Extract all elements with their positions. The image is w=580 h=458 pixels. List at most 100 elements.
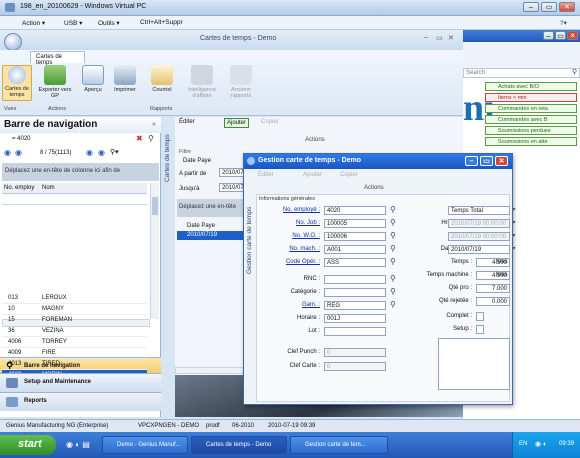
bg-close-button[interactable]: ✕ bbox=[567, 31, 578, 40]
ad-item[interactable]: Achats avec B/O bbox=[485, 82, 577, 91]
ribbon-btn-courriel[interactable]: Courriel bbox=[148, 65, 176, 93]
right-field-input[interactable]: 2010/07/19 00:00:00 bbox=[448, 232, 510, 241]
grid-filter-row[interactable] bbox=[2, 195, 147, 205]
search-icon[interactable]: ⚲ bbox=[390, 274, 399, 283]
left-field-input[interactable]: REG bbox=[324, 301, 386, 310]
dialog-minimize-button[interactable]: – bbox=[465, 156, 478, 166]
employee-row[interactable]: 4009 FIRE bbox=[2, 348, 147, 359]
app-menu-orb[interactable] bbox=[4, 33, 22, 51]
col-name[interactable]: Nom bbox=[42, 185, 55, 191]
quicklaunch-icon[interactable]: ◉ ◐ ▤ bbox=[66, 440, 90, 449]
ribbon-tab-cartes[interactable]: Cartes de temps bbox=[30, 51, 85, 66]
setup-button[interactable]: Setup and Maintenance bbox=[0, 373, 161, 392]
search-icon[interactable]: ⚲ bbox=[390, 287, 399, 296]
search-icon[interactable]: ⚲ bbox=[572, 68, 577, 76]
menu-action[interactable]: Action ▾ bbox=[22, 19, 45, 27]
bg-search-input[interactable]: Search bbox=[463, 68, 580, 78]
search-icon[interactable]: ⚲ bbox=[390, 218, 399, 227]
left-field-label[interactable]: Gam. : bbox=[258, 302, 320, 308]
ribbon-btn-imprimer[interactable]: Imprimer bbox=[110, 65, 140, 93]
grid-scrollbar[interactable] bbox=[150, 183, 159, 319]
right-field-input[interactable]: 0.000 bbox=[476, 297, 510, 306]
last-record-icon[interactable]: ◉ bbox=[98, 148, 105, 157]
menu-ctrl-alt-del[interactable]: Ctrl+Alt+Suppr bbox=[140, 19, 183, 26]
employee-row[interactable]: 4006 TORREY bbox=[2, 337, 147, 348]
employee-row[interactable]: 15 FOREMAN bbox=[2, 315, 147, 326]
setup-checkbox[interactable] bbox=[476, 325, 484, 334]
left-field-input[interactable]: 4020 bbox=[324, 206, 386, 215]
search-icon[interactable]: ⚲ bbox=[390, 231, 399, 240]
dropdown-arrow-icon[interactable]: ▾ bbox=[510, 245, 518, 254]
right-field-input[interactable]: 2010/07/19 bbox=[448, 245, 510, 254]
right-field-input[interactable]: Temps Total bbox=[448, 206, 510, 215]
ribbon-btn-apercu[interactable]: Aperçu bbox=[80, 65, 106, 93]
vtab-cartes[interactable]: Cartes de temps bbox=[164, 122, 171, 182]
clear-filter-icon[interactable]: ✖ bbox=[136, 134, 143, 143]
complet-checkbox[interactable] bbox=[476, 312, 484, 321]
language-indicator[interactable]: EN bbox=[519, 441, 527, 447]
left-field-input[interactable] bbox=[324, 275, 386, 284]
dropdown-arrow-icon[interactable]: ▾ bbox=[510, 232, 518, 241]
left-field-label[interactable]: No. mach. : bbox=[258, 246, 320, 252]
vpc-maximize-button[interactable]: ▭ bbox=[541, 2, 557, 12]
left-field-label[interactable]: No. employé : bbox=[258, 207, 320, 213]
options-icon[interactable]: ⚲▾ bbox=[110, 148, 119, 156]
dropdown-arrow-icon[interactable]: ▾ bbox=[510, 219, 518, 228]
prev-record-icon[interactable]: ◉ bbox=[15, 148, 22, 157]
collapse-icon[interactable]: « bbox=[152, 121, 156, 128]
scrollbar-thumb[interactable] bbox=[152, 197, 158, 215]
ribbon-btn-cartes[interactable]: Cartes de temps bbox=[2, 65, 32, 101]
dialog-vtab[interactable]: Gestion carte de temps bbox=[246, 174, 253, 274]
ad-item[interactable]: Commandes avec B bbox=[485, 115, 577, 124]
date-row-selected[interactable]: 2010/07/19 bbox=[177, 231, 247, 240]
bg-maximize-button[interactable]: ▭ bbox=[555, 31, 566, 40]
first-record-icon[interactable]: ◉ bbox=[4, 148, 11, 157]
left-field-label[interactable]: No. W.O. : bbox=[258, 233, 320, 239]
ad-item[interactable]: Items < min bbox=[485, 93, 577, 102]
menu-usb[interactable]: USB ▾ bbox=[64, 19, 82, 27]
start-button[interactable]: start bbox=[0, 435, 56, 455]
employee-row[interactable]: 4013 TIRED bbox=[2, 359, 147, 370]
vpc-close-button[interactable]: ✕ bbox=[559, 2, 575, 12]
bg-minimize-button[interactable]: – bbox=[543, 31, 554, 40]
left-field-input[interactable]: 001J bbox=[324, 314, 386, 323]
ad-item[interactable]: Soumissions perdues bbox=[485, 126, 577, 135]
app-close-button[interactable]: ✕ bbox=[448, 34, 454, 42]
employee-row[interactable]: 36 VEZINA bbox=[2, 326, 147, 337]
search-icon[interactable]: ⚲ bbox=[390, 205, 399, 214]
left-field-input[interactable]: 0 bbox=[324, 362, 386, 371]
left-field-label[interactable]: Code Opér. : bbox=[258, 259, 320, 265]
tray-icons[interactable]: ◉ ◐ bbox=[535, 440, 547, 448]
dialog-add-button[interactable]: Ajouter bbox=[303, 172, 322, 178]
search-icon[interactable]: ⚲ bbox=[390, 244, 399, 253]
left-field-input[interactable]: 100006 bbox=[324, 232, 386, 241]
reports-button[interactable]: Reports bbox=[0, 392, 161, 411]
ribbon-btn-anciens[interactable]: Ancienn rapports bbox=[226, 65, 256, 99]
search-icon[interactable]: ⚲ bbox=[148, 134, 154, 143]
left-field-input[interactable]: 100005 bbox=[324, 219, 386, 228]
search-icon[interactable]: ⚲ bbox=[390, 257, 399, 266]
dialog-edit-button[interactable]: Éditer bbox=[258, 172, 274, 178]
dialog-copy-button[interactable]: Copier bbox=[340, 172, 358, 178]
ribbon-btn-exporter[interactable]: Exporter vers GP bbox=[38, 65, 72, 99]
vpc-minimize-button[interactable]: – bbox=[523, 2, 539, 12]
task-genius[interactable]: Demo - Genius Manuf... bbox=[102, 436, 188, 454]
ad-item[interactable]: Soumissions en atte bbox=[485, 137, 577, 146]
left-field-label[interactable]: No. Job : bbox=[258, 220, 320, 226]
right-field-input[interactable] bbox=[438, 338, 510, 390]
search-icon[interactable]: ⚲ bbox=[390, 300, 399, 309]
edit-button[interactable]: Éditer bbox=[179, 119, 195, 125]
col-employee[interactable]: No. employ bbox=[4, 185, 34, 191]
right-field-input[interactable]: 7.000 bbox=[476, 284, 510, 293]
col-date-paye[interactable]: Date Paye bbox=[187, 223, 215, 229]
copy-button[interactable]: Copier bbox=[261, 119, 279, 125]
dialog-maximize-button[interactable]: ▭ bbox=[480, 156, 493, 166]
left-field-input[interactable] bbox=[324, 288, 386, 297]
app-restore-button[interactable]: ▭ bbox=[436, 34, 443, 42]
left-field-input[interactable]: ASS bbox=[324, 258, 386, 267]
next-record-icon[interactable]: ◉ bbox=[86, 148, 93, 157]
add-button[interactable]: Ajouter bbox=[224, 118, 250, 128]
ribbon-btn-intelligence[interactable]: Intelligence d'affaire bbox=[184, 65, 220, 99]
ad-item[interactable]: Commandes en reta bbox=[485, 104, 577, 113]
task-cartes[interactable]: Cartes de temps - Demo bbox=[191, 436, 287, 454]
